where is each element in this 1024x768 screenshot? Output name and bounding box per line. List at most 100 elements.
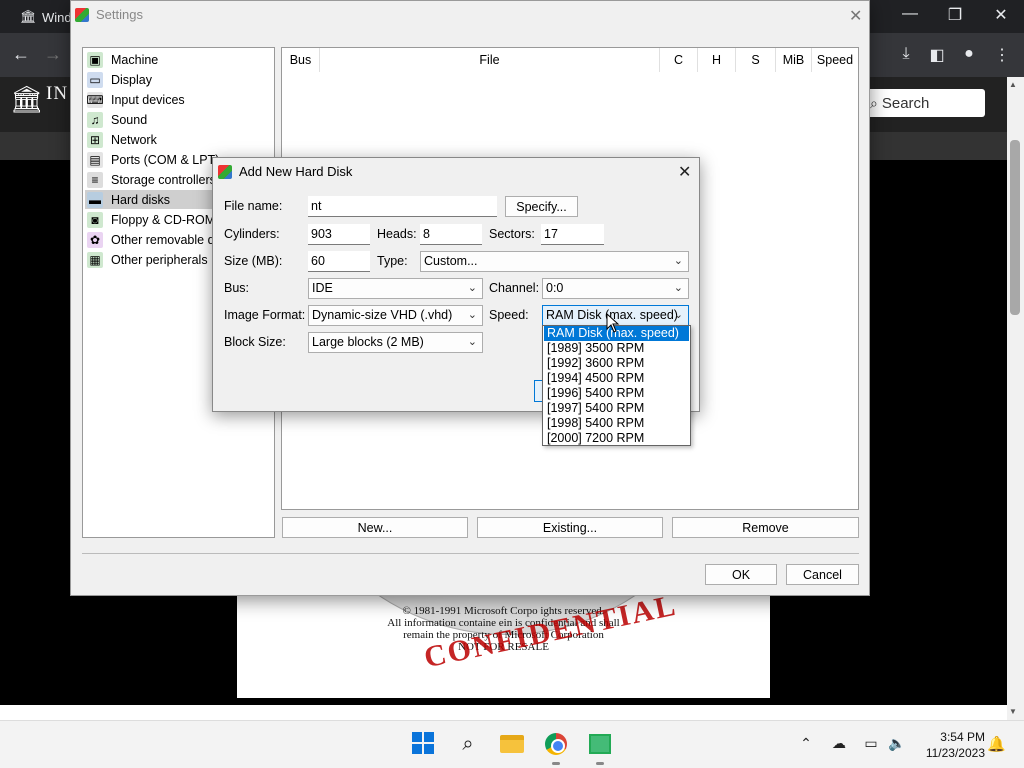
tree-item-display[interactable]: ▭ Display <box>85 70 274 89</box>
profile-icon[interactable]: ● <box>957 45 981 63</box>
column-header-s[interactable]: S <box>736 48 776 72</box>
column-header-mib[interactable]: MiB <box>776 48 812 72</box>
bus-select[interactable]: IDE ⌄ <box>308 278 483 299</box>
forward-arrow-icon[interactable]: → <box>44 44 62 65</box>
column-header-file[interactable]: File <box>320 48 660 72</box>
image-format-select[interactable]: Dynamic-size VHD (.vhd) ⌄ <box>308 305 483 326</box>
cancel-button[interactable]: Cancel <box>786 564 859 585</box>
column-header-bus[interactable]: Bus <box>282 48 320 72</box>
cd-text-line: © 1981-1991 Microsoft Corpo ights reserv… <box>402 605 605 617</box>
clock-date: 11/23/2023 <box>925 746 985 760</box>
archive-logo-icon[interactable]: 🏛 <box>10 85 43 115</box>
type-label: Type: <box>377 254 408 268</box>
search-icon: ⌕ <box>870 94 878 111</box>
speed-option[interactable]: [1997] 5400 RPM <box>544 401 689 416</box>
tree-item-label: Floppy & CD-ROM d <box>111 212 226 227</box>
remove-disk-button[interactable]: Remove <box>672 517 859 538</box>
speed-option[interactable]: [2000] 7200 RPM <box>544 431 689 446</box>
ports-icon: ▤ <box>87 151 103 168</box>
page-scroll-thumb[interactable] <box>1010 140 1020 315</box>
size-input[interactable] <box>308 251 370 272</box>
chevron-down-icon: ⌄ <box>467 309 477 321</box>
tree-item-label: Display <box>111 72 152 87</box>
speed-option[interactable]: [1996] 5400 RPM <box>544 386 689 401</box>
peripherals-icon: ▦ <box>87 251 103 268</box>
speed-dropdown-list[interactable]: RAM Disk (max. speed) [1989] 3500 RPM [1… <box>542 325 691 446</box>
start-icon[interactable] <box>411 731 437 757</box>
tree-item-label: Storage controllers <box>111 172 216 187</box>
hard-disk-icon: ▬ <box>87 191 103 208</box>
tree-item-label: Machine <box>111 52 159 67</box>
file-name-input[interactable] <box>308 196 497 217</box>
removable-devices-icon: ✿ <box>87 231 103 248</box>
input-devices-icon: ⌨ <box>86 91 104 108</box>
page-bottom-strip <box>0 705 1007 720</box>
sectors-label: Sectors: <box>489 227 535 241</box>
tree-item-input-devices[interactable]: ⌨ Input devices <box>85 90 274 109</box>
tree-item-label: Other peripherals <box>111 252 208 267</box>
minimize-icon[interactable]: — <box>895 5 925 23</box>
heads-input[interactable] <box>420 224 482 245</box>
more-menu-icon[interactable]: ⋮ <box>990 45 1014 65</box>
tree-item-machine[interactable]: ▣ Machine <box>85 50 274 69</box>
restore-icon[interactable]: ❐ <box>940 5 970 25</box>
storage-controllers-icon: ≡ <box>87 171 103 188</box>
image-format-select-value: Dynamic-size VHD (.vhd) <box>312 308 453 322</box>
chevron-down-icon: ⌄ <box>673 309 683 321</box>
tree-item-label: Other removable de <box>111 232 222 247</box>
block-size-select[interactable]: Large blocks (2 MB) ⌄ <box>308 332 483 353</box>
scroll-down-icon[interactable]: ▼ <box>1009 707 1017 716</box>
type-select[interactable]: Custom... ⌄ <box>420 251 689 272</box>
block-size-select-value: Large blocks (2 MB) <box>312 335 424 349</box>
emulator-active-indicator <box>596 762 604 765</box>
tree-item-label: Ports (COM & LPT) <box>111 152 220 167</box>
settings-close-icon[interactable]: ✕ <box>849 6 862 26</box>
floppy-cdrom-icon: ◙ <box>87 211 103 228</box>
tree-item-network[interactable]: ⊞ Network <box>85 130 274 149</box>
tray-display-icon[interactable]: ▭ <box>861 735 881 752</box>
download-icon[interactable]: ⤓ <box>894 45 918 63</box>
bus-label: Bus: <box>224 281 250 295</box>
column-header-h[interactable]: H <box>698 48 736 72</box>
speed-label: Speed: <box>489 308 529 322</box>
file-explorer-icon[interactable] <box>499 731 525 757</box>
ok-button[interactable]: OK <box>705 564 777 585</box>
channel-select-value: 0:0 <box>546 281 564 295</box>
close-browser-icon[interactable]: ✕ <box>986 5 1016 25</box>
taskbar-clock[interactable]: 3:54 PM 11/23/2023 <box>915 729 985 761</box>
scroll-up-icon[interactable]: ▲ <box>1009 80 1017 89</box>
heads-label: Heads: <box>377 227 417 241</box>
site-search-box[interactable]: ⌕ Search <box>866 89 985 117</box>
existing-disk-button[interactable]: Existing... <box>477 517 663 538</box>
display-icon: ▭ <box>87 71 103 88</box>
column-header-speed[interactable]: Speed <box>812 48 858 72</box>
speed-option[interactable]: [1998] 5400 RPM <box>544 416 689 431</box>
dialog-close-icon[interactable]: ✕ <box>678 162 691 182</box>
back-arrow-icon[interactable]: ← <box>12 44 30 65</box>
tray-cloud-icon[interactable]: ☁ <box>829 735 849 752</box>
channel-select[interactable]: 0:0 ⌄ <box>542 278 689 299</box>
browser-tab-title: Wind <box>42 9 72 25</box>
notification-bell-icon[interactable]: 🔔 <box>987 735 1006 753</box>
sectors-input[interactable] <box>541 224 604 245</box>
speed-option[interactable]: [1989] 3500 RPM <box>544 341 689 356</box>
settings-app-icon <box>75 8 89 22</box>
specify-button[interactable]: Specify... <box>505 196 578 217</box>
column-header-c[interactable]: C <box>660 48 698 72</box>
speed-option[interactable]: [1994] 4500 RPM <box>544 371 689 386</box>
browser-tab[interactable]: 🏛 Wind <box>10 4 72 30</box>
speed-option[interactable]: [1992] 3600 RPM <box>544 356 689 371</box>
side-panel-icon[interactable]: ◧ <box>925 45 949 65</box>
emulator-app-icon[interactable] <box>587 731 613 757</box>
tray-volume-icon[interactable]: 🔈 <box>887 735 907 752</box>
clock-time: 3:54 PM <box>940 730 985 744</box>
sound-icon: ♫ <box>87 111 103 128</box>
tree-item-sound[interactable]: ♫ Sound <box>85 110 274 129</box>
tray-chevron-up-icon[interactable]: ⌃ <box>796 735 816 752</box>
cylinders-input[interactable] <box>308 224 370 245</box>
chevron-down-icon: ⌄ <box>467 282 477 294</box>
taskbar-search-icon[interactable]: ⌕ <box>455 731 481 757</box>
image-format-label: Image Format: <box>224 308 306 322</box>
new-disk-button[interactable]: New... <box>282 517 468 538</box>
chrome-icon[interactable] <box>543 731 569 757</box>
